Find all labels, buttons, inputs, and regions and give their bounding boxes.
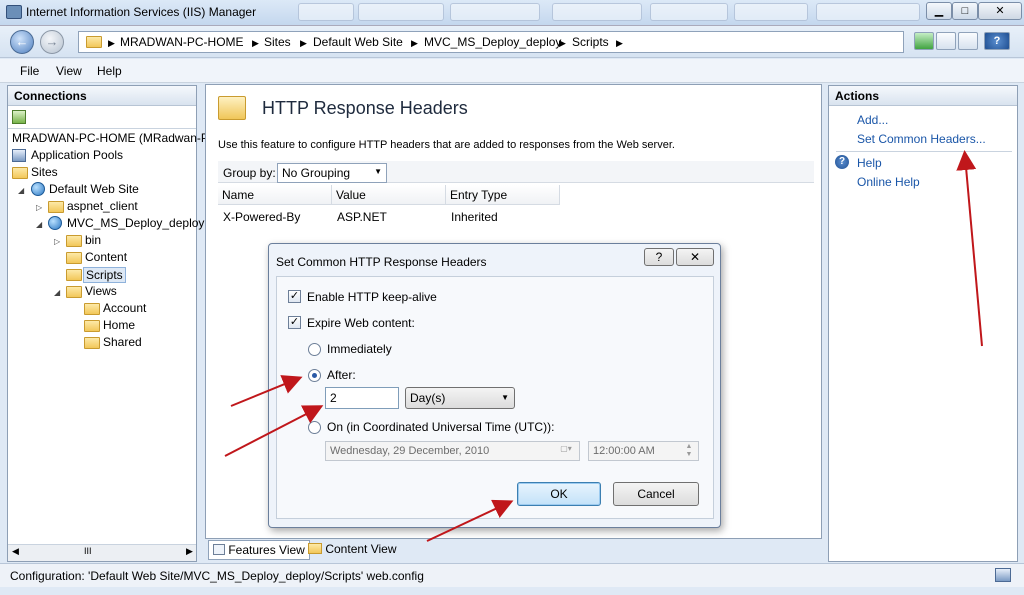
arrow-to-ok-button: [426, 499, 514, 542]
annotation-arrows: [224, 150, 983, 542]
arrow-to-after-value: [224, 405, 324, 457]
arrow-to-set-common-headers: [956, 150, 983, 347]
arrow-to-after-radio: [230, 375, 303, 407]
